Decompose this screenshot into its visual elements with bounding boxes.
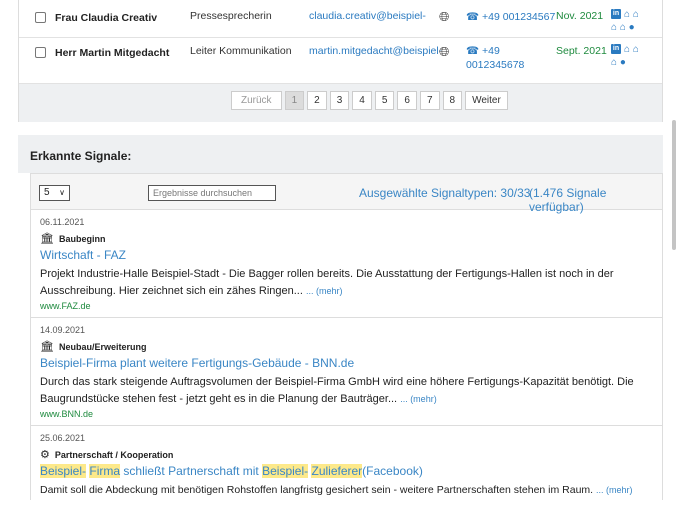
page-size-select[interactable]: 5 ∨ [39, 185, 70, 201]
signal-item: 06.11.2021 🏛︎ Baubeginn Wirtschaft - FAZ … [31, 210, 662, 318]
contact-email[interactable]: claudia.creativ@beispiel- [309, 10, 426, 22]
signal-type: 🏛︎ Neubau/Erweiterung [40, 341, 147, 353]
page-button-7[interactable]: 7 [419, 91, 440, 110]
home-icon[interactable]: ⌂ [620, 22, 629, 33]
phone-icon: ☎︎ [466, 11, 482, 23]
contact-name: Frau Claudia Creativ [55, 12, 158, 24]
page-button-3[interactable]: 3 [329, 91, 350, 110]
more-link[interactable]: ... (mehr) [596, 485, 633, 495]
page-scrollbar[interactable] [672, 120, 676, 250]
contact-row: Herr Martin Mitgedacht Leiter Kommunikat… [19, 38, 662, 84]
bank-icon: 🏛︎ [40, 341, 54, 353]
signal-title[interactable]: Beispiel- Firma schließt Partnerschaft m… [40, 464, 662, 479]
signals-toolbar: 5∨ Ausgewählte Signaltypen: 30/33 (1.476… [31, 174, 662, 214]
phone-icon: ☎︎ [466, 45, 482, 57]
home-icon[interactable]: ⌂ [624, 9, 633, 20]
home-icon[interactable]: ⌂ [633, 44, 639, 55]
page-button-2[interactable]: 2 [307, 91, 327, 110]
home-icon[interactable]: ⌂ [624, 44, 633, 55]
home-icon[interactable]: ⌂ [633, 9, 639, 20]
contact-phone[interactable]: ☎︎ +49 001234567 [466, 10, 555, 24]
globe-icon[interactable]: ● [620, 57, 626, 68]
signal-text: Durch das stark steigende Auftragsvolume… [40, 376, 634, 405]
signal-item: 14.09.2021 🏛︎ Neubau/Erweiterung Beispiel… [31, 318, 662, 426]
signal-source[interactable]: www.FAZ.de [40, 301, 662, 311]
more-link[interactable]: ... (mehr) [306, 286, 343, 296]
pagination-bar: Zurück 1 2 3 4 5 6 7 8 Weiter [19, 84, 662, 122]
signal-title[interactable]: Wirtschaft - FAZ [40, 248, 662, 263]
next-page-button[interactable]: Weiter [465, 91, 508, 110]
signal-date: 25.06.2021 [40, 433, 86, 443]
signal-source[interactable]: www.BNN.de [40, 409, 662, 419]
search-input[interactable] [148, 185, 276, 201]
signals-heading: Erkannte Signale: [18, 135, 663, 173]
signal-type: 🏛︎ Baubeginn [40, 233, 106, 245]
gears-icon: ⚙︎ [40, 449, 50, 461]
contact-phone[interactable]: ☎︎ +49 0012345678 [466, 44, 524, 72]
signal-date: 06.11.2021 [40, 217, 85, 227]
home-icon[interactable]: ⌂ [611, 22, 620, 33]
signal-type: ⚙︎ Partnerschaft / Kooperation [40, 449, 174, 461]
signal-date: 14.09.2021 [40, 325, 86, 335]
signal-types-link[interactable]: Ausgewählte Signaltypen: 30/33 [359, 186, 530, 200]
row-checkbox[interactable] [35, 12, 46, 23]
page-button-4[interactable]: 4 [352, 91, 372, 110]
row-checkbox[interactable] [35, 47, 46, 58]
globe-icon[interactable]: ● [629, 22, 635, 33]
page-button-5[interactable]: 5 [374, 91, 395, 110]
pagination: Zurück 1 2 3 4 5 6 7 8 Weiter [231, 91, 511, 110]
prev-page-button[interactable]: Zurück [231, 91, 282, 110]
contact-profile-icons: in ⌂ ⌂ ⌂ ⌂ ● [611, 8, 659, 34]
signal-item: 25.06.2021 ⚙︎ Partnerschaft / Kooperation… [31, 426, 662, 506]
linkedin-icon[interactable]: in [611, 9, 621, 20]
globe-icon[interactable]: 🌐︎ [439, 9, 449, 25]
page-button-6[interactable]: 6 [397, 91, 417, 110]
contact-name: Herr Martin Mitgedacht [55, 47, 170, 59]
signal-text: Projekt Industrie-Halle Beispiel-Stadt -… [40, 268, 614, 297]
page-button-1[interactable]: 1 [284, 91, 305, 110]
signal-title[interactable]: Beispiel-Firma plant weitere Fertigungs-… [40, 356, 662, 371]
contact-role: Pressesprecherin [190, 10, 272, 22]
contact-email[interactable]: martin.mitgedacht@beispiel- [309, 45, 442, 57]
page-button-8[interactable]: 8 [442, 91, 463, 110]
globe-icon[interactable]: 🌐︎ [439, 44, 449, 60]
contact-row: Frau Claudia Creativ Pressesprecherin cl… [19, 0, 662, 38]
more-link[interactable]: ... (mehr) [400, 394, 437, 404]
contacts-table: Frau Claudia Creativ Pressesprecherin cl… [18, 0, 663, 122]
contact-date: Nov. 2021 [556, 10, 604, 22]
contact-profile-icons: in ⌂ ⌂ ⌂ ● [611, 43, 659, 69]
signal-text: Damit soll die Abdeckung mit benötigen R… [40, 484, 633, 496]
contact-role: Leiter Kommunikation [190, 45, 292, 57]
home-icon[interactable]: ⌂ [611, 57, 620, 68]
bank-icon: 🏛︎ [40, 233, 54, 245]
contact-date: Sept. 2021 [556, 45, 607, 57]
signals-panel: 5∨ Ausgewählte Signaltypen: 30/33 (1.476… [30, 173, 663, 500]
linkedin-icon[interactable]: in [611, 44, 621, 55]
chevron-down-icon: ∨ [59, 188, 65, 197]
